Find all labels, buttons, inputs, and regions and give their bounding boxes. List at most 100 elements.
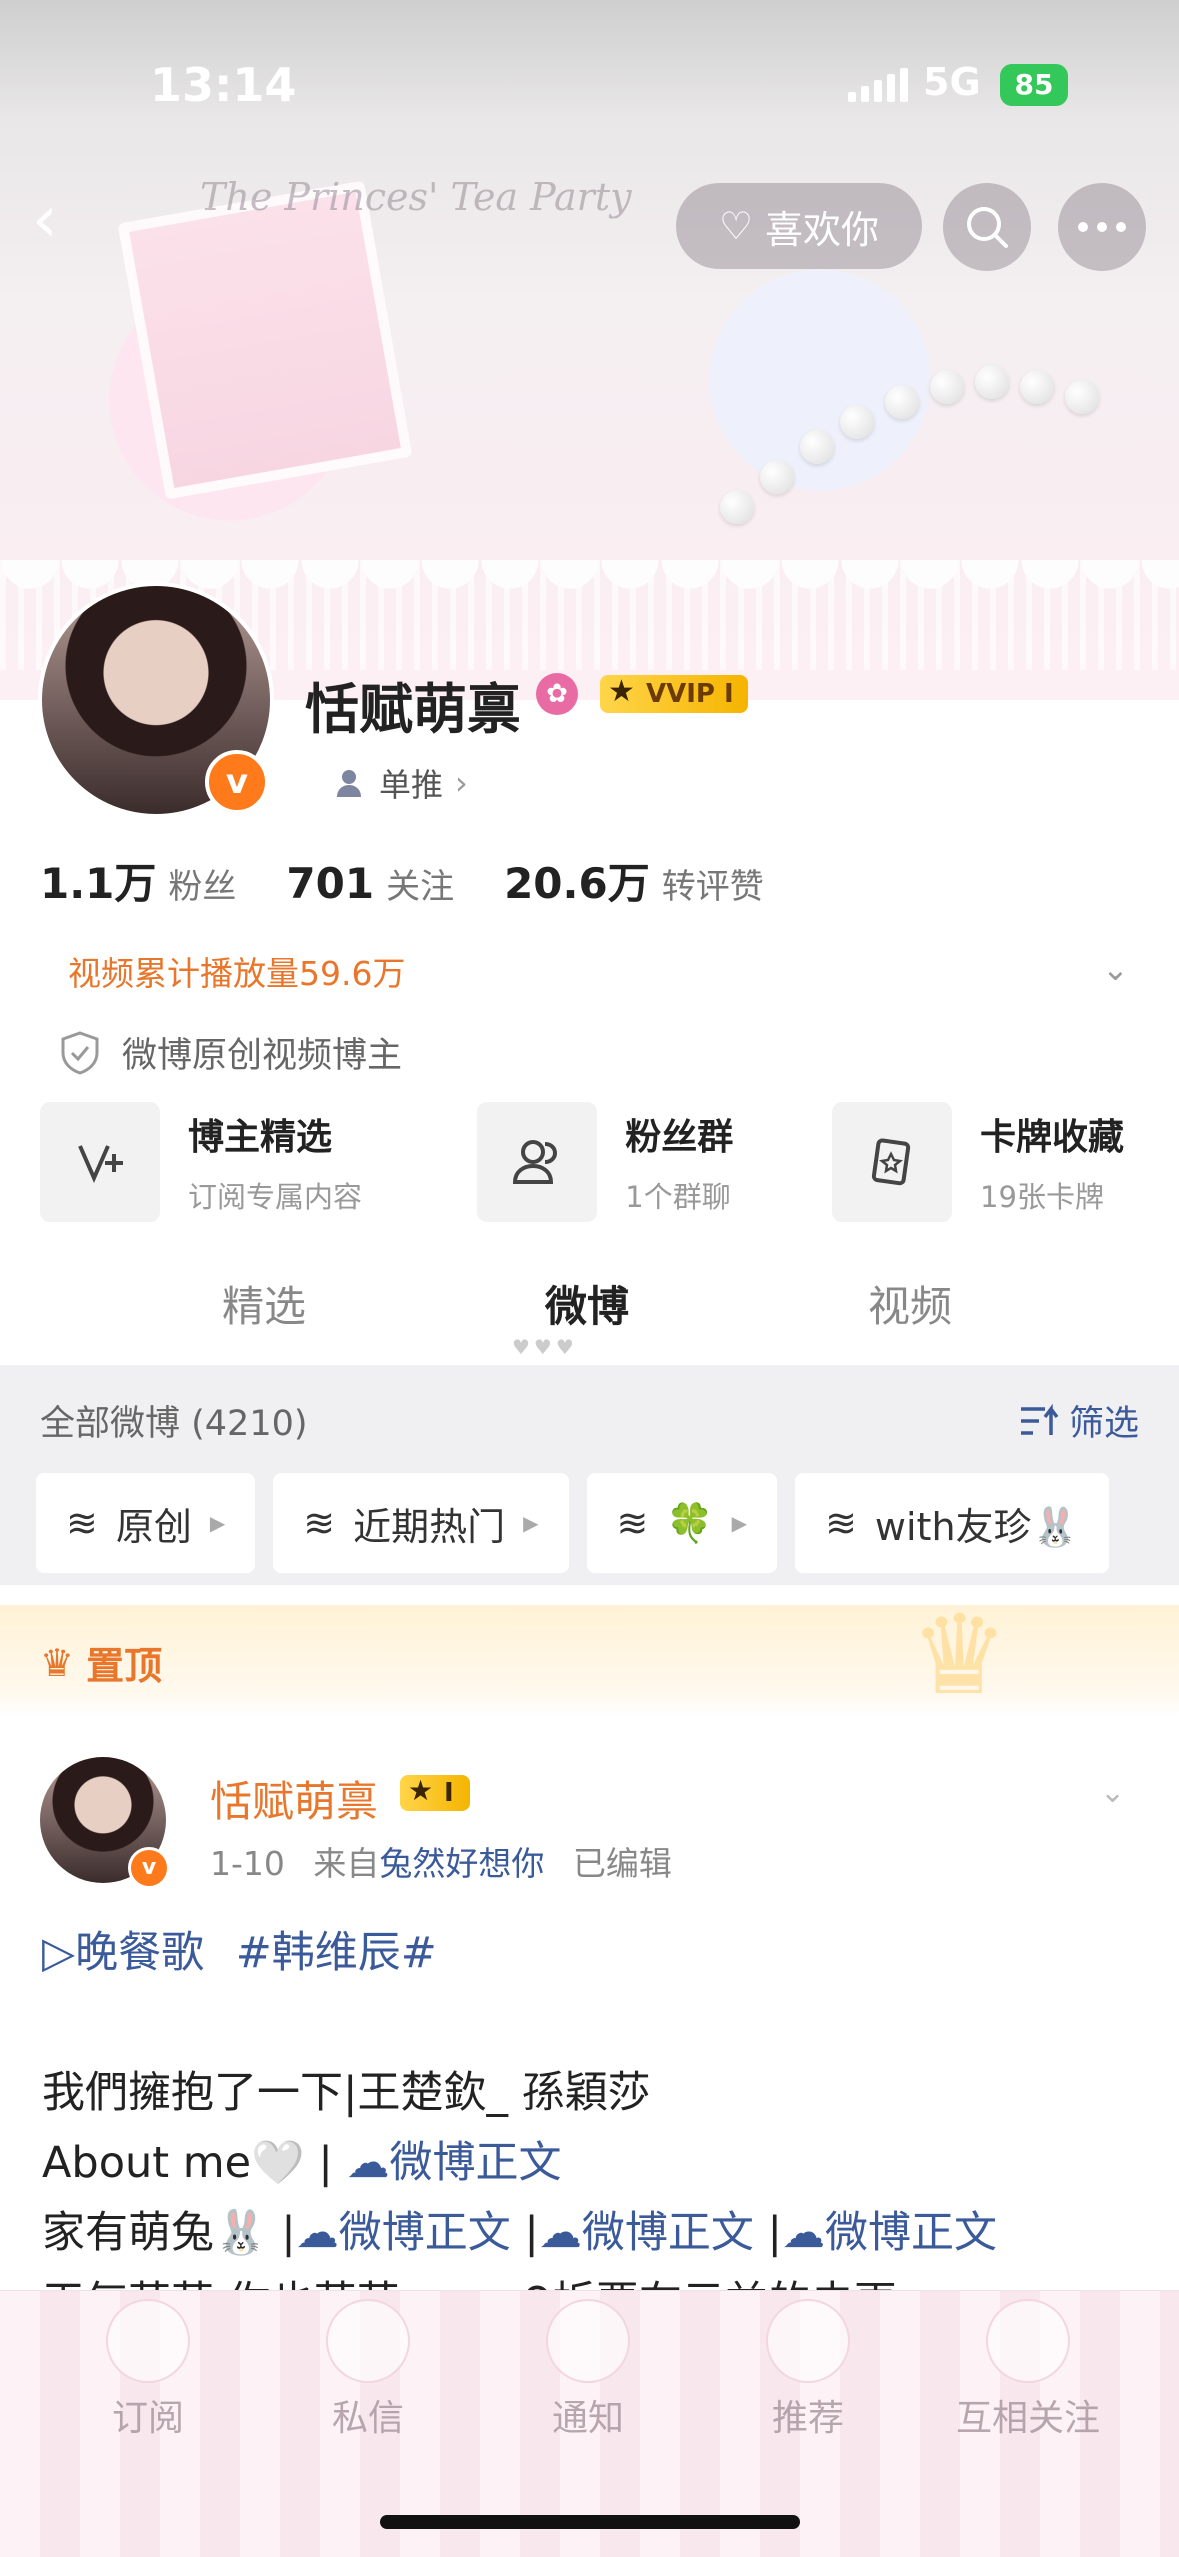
tab-video[interactable]: 视频 — [868, 1273, 952, 1334]
heart-hand-icon: ♡ — [718, 204, 754, 248]
stat-label: 关注 — [386, 867, 455, 907]
shield-check-icon — [61, 1030, 99, 1075]
tabbar-label: 订阅 — [111, 2398, 184, 2439]
stat-value: 701 — [286, 859, 375, 908]
post-source[interactable]: 兔然好想你 — [379, 1844, 544, 1883]
post-source-prefix: 来自 — [313, 1844, 380, 1883]
profile-name: 恬赋萌禀 — [305, 678, 521, 741]
like-button[interactable]: ♡ 喜欢你 — [676, 183, 922, 269]
chip-label: with友珍🐰 — [874, 1504, 1079, 1549]
card-featured[interactable]: 博主精选订阅专属内容 — [40, 1102, 477, 1222]
weibo-link-label: 微博正文 — [825, 2208, 998, 2258]
post-edited: 已编辑 — [572, 1844, 672, 1883]
status-bar: 13:14 5G 85 — [0, 0, 1179, 150]
lollipop-icon[interactable]: ✿ — [536, 673, 578, 715]
chip-original[interactable]: ≋ 原创 ▶ — [36, 1473, 256, 1573]
expand-chevron-icon[interactable]: ⌄ — [1102, 950, 1129, 988]
tabbar-label: 推荐 — [771, 2398, 844, 2439]
profile-tag[interactable]: 单推 › — [335, 760, 468, 806]
stat-value: 1.1万 — [40, 859, 157, 908]
post-vip-badge: I — [400, 1773, 470, 1811]
weibo-link[interactable]: ☁微博正文 — [539, 2208, 754, 2258]
card-title: 粉丝群 — [625, 1117, 734, 1158]
weibo-link[interactable]: ☁微博正文 — [296, 2208, 511, 2258]
layers-icon: ≋ — [616, 1501, 649, 1545]
verified-badge: v — [205, 750, 269, 814]
chip-label: 原创 — [115, 1504, 192, 1549]
chip-clover[interactable]: ≋ 🍀 ▶ — [586, 1473, 778, 1573]
post-text: 家有萌兔🐰 | — [42, 2208, 296, 2258]
tabbar-recommend[interactable]: 推荐 — [708, 2299, 908, 2441]
weibo-link-label: 微博正文 — [581, 2208, 754, 2258]
post-author[interactable]: 恬赋萌禀 — [210, 1768, 378, 1829]
post-more-chevron-icon[interactable]: ⌄ — [1100, 1775, 1125, 1810]
pinned-label-text: 置顶 — [86, 1644, 163, 1688]
group-icon — [477, 1102, 598, 1222]
profile-tabs: 精选 微博 ♥♥♥ 视频 — [0, 1255, 1179, 1365]
tabbar-notifications[interactable]: 通知 — [488, 2299, 688, 2441]
filter-chips: ≋ 原创 ▶ ≋ 近期热门 ▶ ≋ 🍀 ▶ ≋ with友珍🐰 — [36, 1473, 1109, 1573]
post-line: 我們擁抱了一下|王楚欽_ 孫穎莎 — [42, 2068, 651, 2118]
tabbar-label: 私信 — [331, 2398, 404, 2439]
caret-right-icon: ▶ — [523, 1511, 539, 1535]
card-collection[interactable]: 卡牌收藏 19张卡牌 — [832, 1102, 1160, 1222]
filter-label: 筛选 — [1068, 1404, 1139, 1444]
post-date: 1-10 — [210, 1844, 285, 1883]
post-line: About me🤍 | ☁微博正文 — [42, 2128, 1142, 2198]
layers-icon: ≋ — [66, 1501, 98, 1545]
more-icon — [1078, 222, 1126, 232]
card-subtitle: 1个群聊 — [625, 1180, 731, 1214]
creator-label-text: 微博原创视频博主 — [122, 1036, 403, 1076]
post-line: 家有萌兔🐰 |☁微博正文 |☁微博正文 |☁微博正文 — [42, 2208, 998, 2258]
card-subtitle: 订阅专属内容 — [188, 1180, 363, 1214]
chip-with-friend[interactable]: ≋ with友珍🐰 — [795, 1473, 1109, 1573]
network-label: 5G — [923, 60, 981, 104]
stat-following[interactable]: 701 关注 — [286, 859, 454, 908]
stat-interactions[interactable]: 20.6万 转评赞 — [504, 850, 764, 911]
feature-cards: 博主精选订阅专属内容 粉丝群 1个群聊 卡牌收藏 19张卡牌 — [40, 1102, 1160, 1222]
chip-recent-hot[interactable]: ≋ 近期热门 ▶ — [273, 1473, 569, 1573]
card-fan-group[interactable]: 粉丝群 1个群聊 — [477, 1102, 832, 1222]
all-posts-count: 全部微博 (4210) — [40, 1404, 308, 1444]
v-plus-icon — [40, 1102, 160, 1222]
stat-value: 20.6万 — [504, 859, 650, 908]
tab-active-indicator: ♥♥♥ — [512, 1335, 578, 1359]
cupcake-icon — [766, 2299, 850, 2383]
weibo-link-label: 微博正文 — [338, 2208, 511, 2258]
pinned-header: ♛ 置顶 ♛ — [0, 1600, 1179, 1715]
tabbar-subscribe[interactable]: 订阅 — [48, 2299, 248, 2441]
tabbar-label: 通知 — [551, 2398, 624, 2439]
chip-label: 🍀 — [666, 1500, 714, 1545]
layers-icon: ≋ — [825, 1501, 857, 1545]
post-line: ▷晚餐歌 #韩维辰# — [42, 1918, 1142, 1988]
video-play-count: 视频累计播放量59.6万 — [68, 954, 406, 993]
tabbar-mutual-follow[interactable]: 互相关注 — [928, 2299, 1128, 2441]
post-topic-link[interactable]: #韩维辰# — [236, 1928, 437, 1978]
decorative-crown-icon: ♛ — [910, 1591, 1009, 1719]
post-body: ▷晚餐歌 #韩维辰# 我們擁抱了一下|王楚欽_ 孫穎莎 About me🤍 | … — [42, 1918, 1142, 2338]
layers-icon: ≋ — [303, 1501, 336, 1545]
post-play-link[interactable]: ▷晚餐歌 — [42, 1928, 204, 1978]
tab-featured[interactable]: 精选 — [222, 1273, 306, 1334]
stat-label: 转评赞 — [661, 867, 764, 907]
like-button-label: 喜欢你 — [765, 207, 880, 252]
more-button[interactable] — [1058, 183, 1146, 271]
crown-icon: ♛ — [40, 1640, 75, 1685]
tabbar-messages[interactable]: 私信 — [268, 2299, 468, 2441]
stat-followers[interactable]: 1.1万 粉丝 — [40, 850, 236, 911]
search-icon — [967, 207, 1008, 248]
chip-label: 近期热门 — [353, 1504, 506, 1549]
weibo-link[interactable]: ☁微博正文 — [782, 2208, 997, 2258]
tab-weibo[interactable]: 微博 — [545, 1273, 629, 1334]
vvip-badge[interactable]: VVIP I — [600, 673, 748, 713]
card-subtitle: 19张卡牌 — [980, 1180, 1104, 1214]
card-title: 博主精选 — [188, 1117, 333, 1158]
search-button[interactable] — [943, 183, 1031, 271]
back-icon[interactable]: ‹ — [32, 188, 92, 252]
card-title: 卡牌收藏 — [980, 1117, 1125, 1158]
stat-label: 粉丝 — [168, 867, 237, 907]
card-icon — [832, 1102, 953, 1222]
filter-button[interactable]: 筛选 — [1019, 1395, 1139, 1446]
weibo-link[interactable]: ☁微博正文 — [347, 2138, 562, 2188]
